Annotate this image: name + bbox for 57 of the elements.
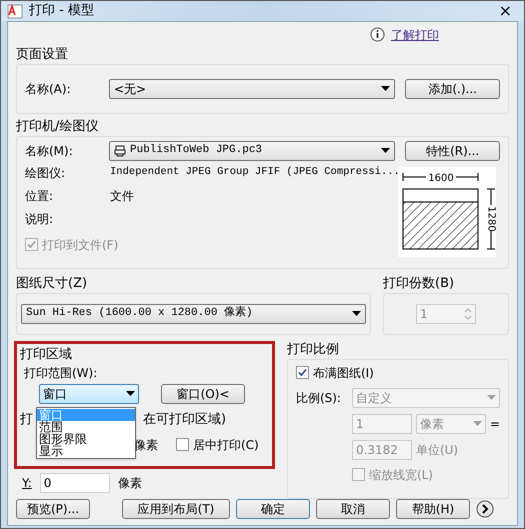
unit-label: 像素 — [118, 474, 142, 492]
caret-icon — [486, 395, 496, 400]
paper-size-dropdown[interactable]: Sun Hi-Res (1600.00 x 1280.00 像素) — [21, 304, 366, 324]
window-title: 打印 - 模型 — [29, 2, 94, 20]
range-dropdown[interactable]: 窗口 — [39, 384, 139, 404]
close-button[interactable]: × — [492, 2, 518, 19]
field-value: 文件 — [110, 188, 134, 204]
group-title: 图纸尺寸(Z) — [16, 274, 88, 292]
caret-icon — [381, 86, 390, 91]
field-label: 打印范围(W): — [24, 364, 98, 382]
checkbox-label: 布满图纸(I) — [312, 364, 374, 382]
button[interactable]: 窗口(O)< — [161, 384, 245, 404]
button[interactable]: 确定 — [236, 498, 310, 518]
name-dropdown[interactable]: <无> — [109, 78, 396, 98]
caret-icon — [381, 148, 390, 153]
button[interactable]: 帮助(H) — [396, 498, 470, 518]
button[interactable]: 应用到布局(T) — [122, 498, 230, 518]
button[interactable]: 取消 — [316, 498, 390, 518]
dropdown-option[interactable]: 图形界限 — [37, 432, 135, 444]
dropdown-option[interactable]: 范围 — [37, 420, 135, 432]
checkbox-label: 居中打印(C) — [193, 436, 259, 454]
field-label: 绘图仪: — [25, 164, 66, 182]
button[interactable]: 预览(P)... — [16, 498, 90, 518]
field-label: 位置: — [25, 188, 54, 204]
y-offset-field[interactable]: 0 — [40, 472, 110, 492]
field-label: 名称(M): — [25, 142, 74, 160]
field-label: 说明: — [25, 210, 54, 228]
help-link[interactable]: 了解打印 — [391, 26, 439, 44]
app-icon — [7, 2, 23, 19]
dropdown-option[interactable]: 显示 — [37, 444, 135, 456]
button[interactable]: 添加(.)... — [405, 78, 500, 98]
field-value: Independent JPEG Group JFIF (JPEG Compressi... — [110, 164, 400, 180]
equals-sign: = — [490, 416, 500, 432]
group-title: 在可打印区域) — [143, 411, 226, 429]
caret-icon — [126, 391, 135, 396]
checkbox[interactable] — [296, 366, 309, 379]
button[interactable]: 特性(R)... — [405, 140, 500, 160]
field-label: 比例(S): — [296, 390, 342, 406]
paper-preview-drawing: 1600 1280 — [398, 166, 496, 256]
caret-icon — [352, 311, 361, 316]
unit-label: 单位(U) — [416, 442, 458, 458]
printer-icon — [114, 144, 126, 156]
field-label: 名称(A): — [25, 80, 72, 98]
info-icon — [370, 27, 385, 42]
group-title: 页面设置 — [16, 46, 69, 64]
group-title: 打印份数(B) — [383, 274, 456, 292]
checkbox-label: 打印到文件(F) — [42, 236, 118, 254]
group-title: 打 — [20, 411, 33, 429]
plotter-dropdown[interactable]: PublishToWeb JPG.pc3 — [109, 140, 396, 160]
checkbox[interactable] — [352, 468, 365, 481]
checkbox-label: 缩放线宽(L) — [368, 466, 433, 484]
checkbox[interactable] — [176, 438, 189, 451]
group-title: 打印机/绘图仪 — [16, 118, 100, 136]
field-label: Y: — [22, 474, 32, 492]
caret-icon — [472, 421, 482, 426]
group-title: 打印比例 — [286, 340, 340, 358]
group-title: 打印区域 — [20, 346, 73, 364]
